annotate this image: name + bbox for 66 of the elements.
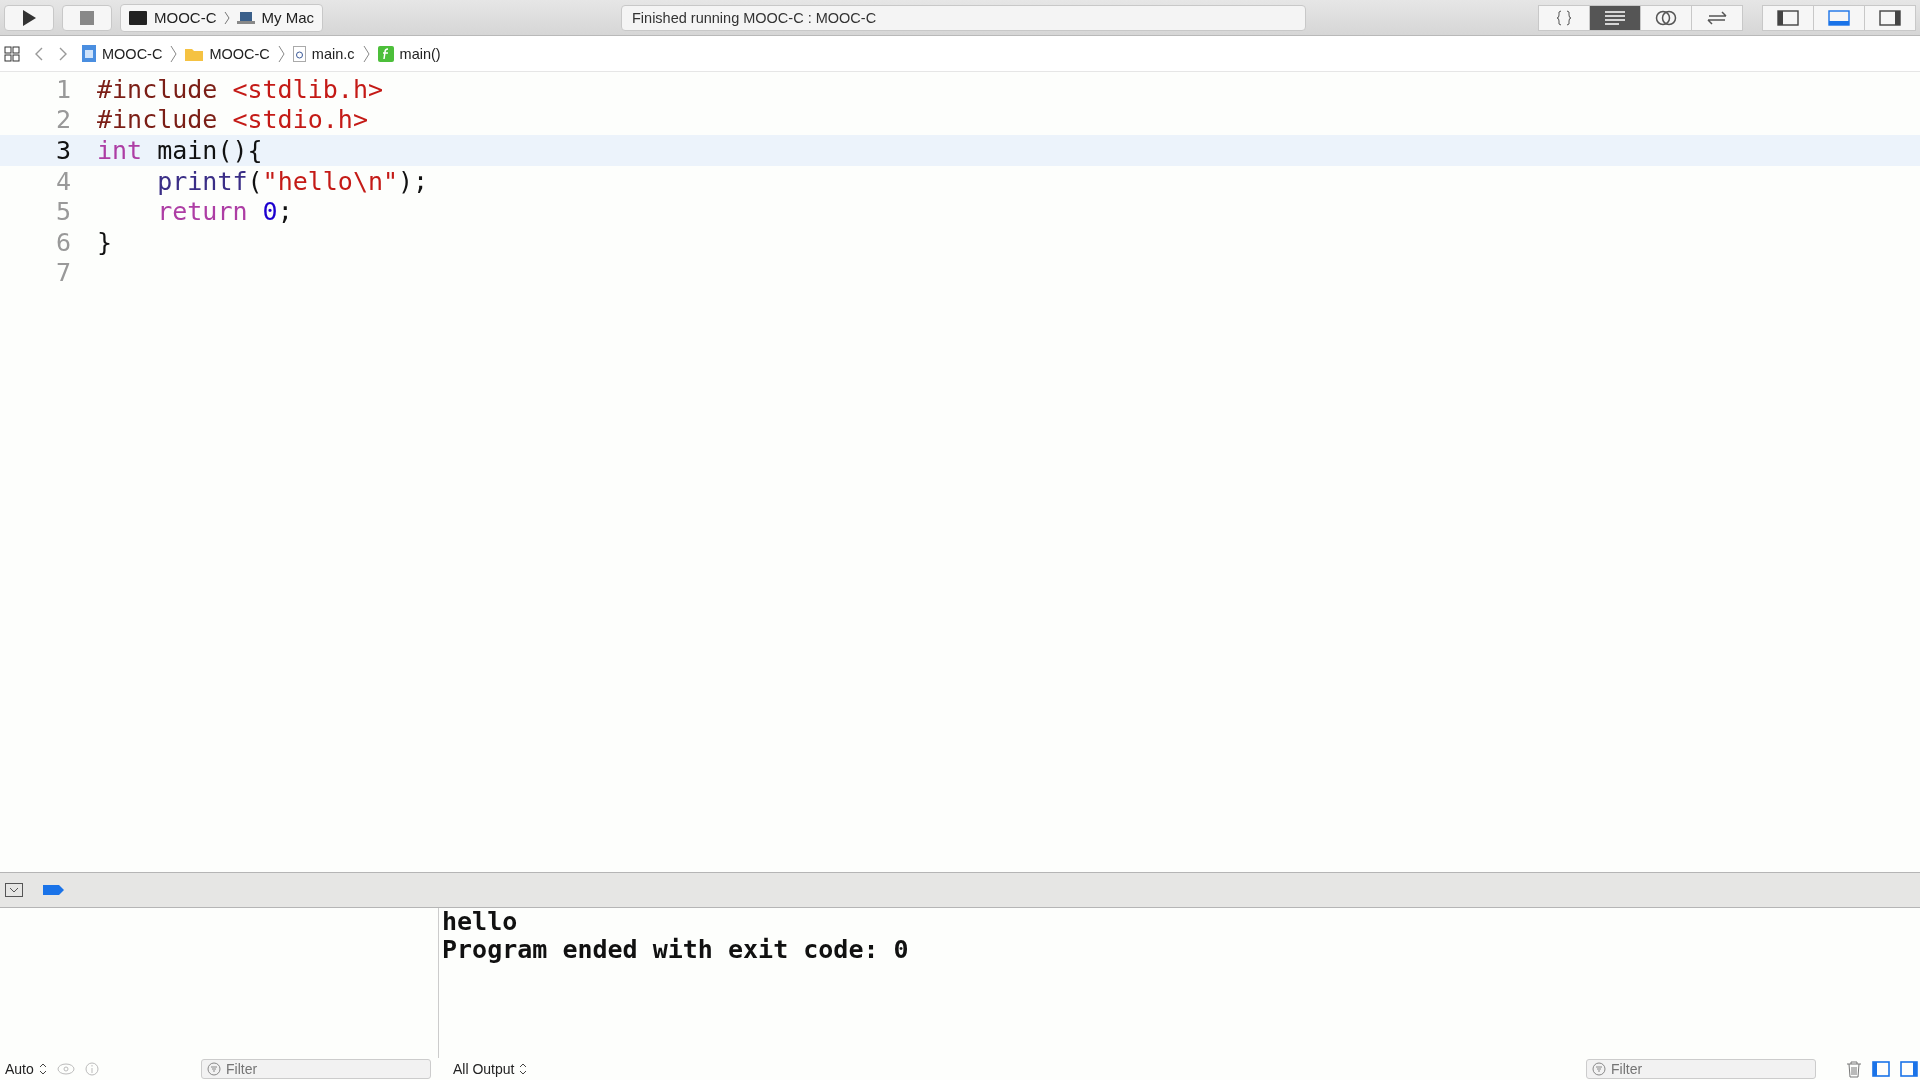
console-line: Program ended with exit code: 0	[442, 936, 910, 964]
panel-layout-icon	[1828, 9, 1850, 26]
swap-arrows-icon	[1706, 9, 1728, 26]
code-line: int main(){	[97, 136, 263, 165]
editor-mode-button[interactable]	[1589, 4, 1641, 31]
panel-layout-icon	[1777, 9, 1799, 26]
panel-toggle-button[interactable]	[1864, 4, 1916, 31]
scheme-selector[interactable]: MOOC-C My Mac	[120, 3, 323, 32]
folder-icon	[185, 46, 204, 61]
code-line: #include <stdlib.h>	[97, 74, 383, 104]
editor-mode-button[interactable]	[1640, 4, 1692, 31]
grid-icon[interactable]	[4, 45, 20, 62]
breakpoint-icon[interactable]	[43, 884, 65, 896]
activity-status: Finished running MOOC-C : MOOC-C	[632, 9, 877, 26]
back-icon[interactable]	[34, 45, 44, 62]
line-number: 4	[54, 166, 72, 196]
chevron-icon	[170, 44, 178, 63]
project-file-icon	[82, 45, 96, 62]
up-down-icon	[519, 1063, 528, 1075]
c-file-icon	[292, 45, 306, 62]
split-view-icon[interactable]	[1872, 1061, 1890, 1077]
lines-icon	[1604, 9, 1626, 26]
function-icon	[377, 45, 394, 62]
up-down-icon	[38, 1063, 47, 1075]
trash-icon[interactable]	[1846, 1060, 1862, 1078]
code-line: printf("hello\n");	[156, 166, 429, 196]
filter-icon	[207, 1062, 221, 1076]
split-view-icon[interactable]	[1900, 1061, 1918, 1077]
scheme-target: MOOC-C	[154, 9, 217, 26]
line-number: 6	[54, 227, 72, 257]
breadcrumb-item[interactable]: MOOC-C	[82, 45, 163, 62]
breadcrumb-item[interactable]: MOOC-C	[185, 45, 270, 62]
panel-toggle-button[interactable]	[1762, 4, 1814, 31]
variables-mode-selector[interactable]: Auto	[5, 1061, 47, 1077]
code-line: return 0;	[156, 197, 293, 227]
forward-icon[interactable]	[58, 45, 68, 62]
code-line: }	[97, 227, 113, 257]
terminal-icon	[129, 10, 147, 25]
filter-icon	[1592, 1062, 1606, 1076]
stop-icon	[80, 10, 94, 25]
chevron-icon	[223, 10, 230, 25]
play-icon	[21, 8, 37, 27]
rings-icon	[1655, 8, 1677, 27]
line-number: 3	[54, 136, 72, 165]
breadcrumb-item[interactable]: main()	[377, 45, 441, 62]
line-number: 5	[54, 197, 72, 227]
stop-button[interactable]	[62, 4, 112, 31]
braces-icon	[1556, 9, 1572, 26]
breadcrumb-item[interactable]: main.c	[292, 45, 355, 62]
scheme-destination: My Mac	[261, 9, 314, 26]
hide-debug-area-icon[interactable]	[5, 883, 23, 897]
code-line: #include <stdio.h>	[97, 105, 368, 135]
filter-field[interactable]: Filter	[201, 1059, 431, 1079]
console-line: hello	[442, 908, 519, 936]
line-number: 1	[54, 74, 72, 104]
line-number: 2	[54, 105, 72, 135]
line-number: 7	[54, 258, 72, 288]
output-mode-selector[interactable]: All Output	[453, 1061, 528, 1077]
panel-toggle-button[interactable]	[1813, 4, 1865, 31]
chevron-icon	[277, 44, 285, 63]
laptop-icon	[236, 11, 255, 24]
chevron-icon	[362, 44, 370, 63]
editor-mode-button[interactable]	[1691, 4, 1743, 31]
filter-field[interactable]: Filter	[1586, 1059, 1816, 1079]
panel-layout-icon	[1879, 9, 1901, 26]
run-button[interactable]	[4, 4, 54, 31]
